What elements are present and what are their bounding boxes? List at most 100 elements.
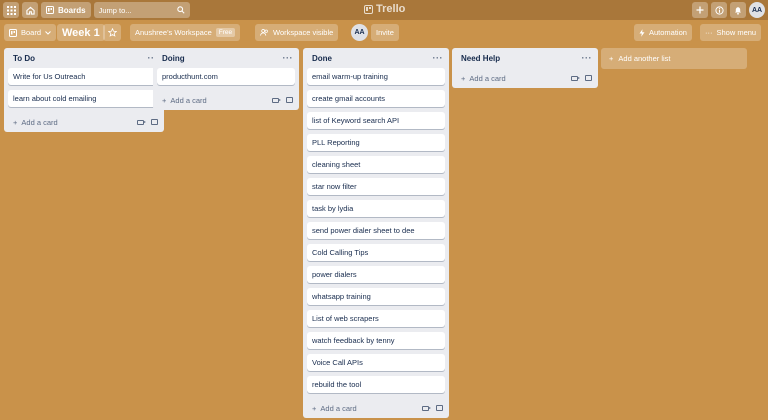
visibility-button[interactable]: Workspace visible: [255, 24, 339, 41]
card[interactable]: rebuild the tool: [307, 376, 445, 393]
logo-text: Trello: [376, 3, 406, 15]
people-icon: [260, 29, 268, 36]
card[interactable]: watch feedback by tenny: [307, 332, 445, 349]
plus-icon: +: [162, 95, 167, 105]
boards-label: Boards: [58, 5, 86, 15]
add-list-label: Add another list: [618, 54, 671, 63]
card[interactable]: whatsapp training: [307, 288, 445, 305]
automation-label: Automation: [649, 28, 687, 37]
workspace-badge: Free: [215, 28, 236, 37]
video-icon[interactable]: [571, 75, 580, 81]
show-menu-button[interactable]: ··· Show menu: [700, 24, 762, 41]
trello-logo[interactable]: Trello: [364, 3, 405, 15]
card[interactable]: create gmail accounts: [307, 90, 445, 107]
boards-icon: [46, 6, 54, 14]
card[interactable]: list of Keyword search API: [307, 112, 445, 129]
board-header: Board Week 1 Anushree's Workspace Free W…: [0, 24, 768, 42]
card[interactable]: email warm-up training: [307, 68, 445, 85]
add-card-button[interactable]: + Add a card: [13, 118, 58, 127]
invite-label: Invite: [376, 28, 394, 37]
bell-icon: [735, 6, 741, 15]
plus-icon: +: [609, 54, 614, 63]
card[interactable]: task by lydia: [307, 200, 445, 217]
list-footer: + Add a card: [153, 90, 299, 110]
list-done: Done ··· email warm-up training create g…: [303, 48, 449, 418]
list-header[interactable]: Done ···: [303, 48, 449, 68]
list-need-help: Need Help ··· + Add a card: [452, 48, 598, 88]
workspace-label: Anushree's Workspace: [135, 28, 212, 37]
card-template-icon[interactable]: [286, 97, 293, 103]
video-icon[interactable]: [272, 97, 281, 103]
lightning-icon: [639, 28, 645, 37]
add-card-button[interactable]: + Add a card: [312, 404, 357, 413]
list-menu-icon[interactable]: ···: [582, 53, 593, 63]
card[interactable]: producthunt.com: [157, 68, 295, 85]
list-doing: Doing ··· producthunt.com + Add a card: [153, 48, 299, 110]
visibility-label: Workspace visible: [273, 28, 334, 37]
add-card-label: Add a card: [320, 403, 357, 413]
add-card-button[interactable]: + Add a card: [162, 96, 207, 105]
card[interactable]: learn about cold emailing: [8, 90, 160, 107]
board-view-switcher[interactable]: Board: [4, 24, 57, 41]
board-view-icon: [9, 28, 17, 37]
workspace-button[interactable]: Anushree's Workspace Free: [130, 24, 241, 41]
card[interactable]: PLL Reporting: [307, 134, 445, 151]
card[interactable]: star now filter: [307, 178, 445, 195]
card[interactable]: Voice Call APIs: [307, 354, 445, 371]
info-button[interactable]: [711, 2, 727, 18]
plus-icon: +: [13, 117, 18, 127]
trello-logo-icon: [364, 4, 373, 14]
user-avatar[interactable]: AA: [749, 2, 765, 18]
video-icon[interactable]: [422, 405, 431, 411]
list-title[interactable]: Done: [312, 54, 332, 63]
add-list-button[interactable]: + Add another list: [601, 48, 747, 69]
list-footer: + Add a card: [4, 112, 164, 132]
card[interactable]: List of web scrapers: [307, 310, 445, 327]
home-button[interactable]: [22, 2, 38, 18]
add-card-label: Add a card: [170, 95, 207, 105]
add-card-label: Add a card: [21, 117, 58, 127]
video-icon[interactable]: [137, 119, 146, 125]
list-header[interactable]: Need Help ···: [452, 48, 598, 68]
list-footer: + Add a card: [452, 68, 598, 88]
search-input[interactable]: Jump to...: [93, 2, 190, 18]
member-avatar[interactable]: AA: [351, 24, 368, 41]
add-card-label: Add a card: [469, 73, 506, 83]
card-template-icon[interactable]: [436, 405, 443, 411]
search-icon: [176, 6, 185, 14]
card[interactable]: send power dialer sheet to dee: [307, 222, 445, 239]
list-title[interactable]: To Do: [13, 54, 35, 63]
list-header[interactable]: Doing ···: [153, 48, 299, 68]
card[interactable]: cleaning sheet: [307, 156, 445, 173]
invite-button[interactable]: Invite: [371, 24, 399, 41]
card-template-icon[interactable]: [151, 119, 158, 125]
search-placeholder: Jump to...: [98, 5, 132, 15]
apps-grid-icon[interactable]: [3, 2, 19, 18]
card-template-icon[interactable]: [585, 75, 592, 81]
board-title[interactable]: Week 1: [57, 24, 105, 41]
info-icon: [714, 5, 724, 15]
card[interactable]: power dialers: [307, 266, 445, 283]
automation-button[interactable]: Automation: [634, 24, 692, 41]
top-nav: Boards Jump to... Trello AA: [0, 0, 768, 20]
notifications-button[interactable]: [730, 2, 746, 18]
add-card-button[interactable]: + Add a card: [461, 74, 506, 83]
ellipsis-icon: ···: [705, 28, 713, 37]
list-menu-icon[interactable]: ···: [283, 53, 294, 63]
list-title[interactable]: Need Help: [461, 54, 500, 63]
list-to-do: To Do ··· Write for Us Outreach learn ab…: [4, 48, 164, 132]
show-menu-label: Show menu: [716, 28, 757, 37]
card[interactable]: Write for Us Outreach: [8, 68, 160, 85]
create-button[interactable]: [692, 2, 708, 18]
boards-button[interactable]: Boards: [41, 2, 91, 18]
plus-icon: +: [461, 73, 466, 83]
chevron-down-icon: [45, 30, 51, 35]
plus-icon: [696, 6, 704, 14]
star-icon: [107, 28, 117, 37]
card[interactable]: Cold Calling Tips: [307, 244, 445, 261]
list-title[interactable]: Doing: [162, 54, 185, 63]
list-menu-icon[interactable]: ···: [433, 53, 444, 63]
plus-icon: +: [312, 403, 317, 413]
list-header[interactable]: To Do ···: [4, 48, 164, 68]
star-button[interactable]: [103, 24, 121, 41]
